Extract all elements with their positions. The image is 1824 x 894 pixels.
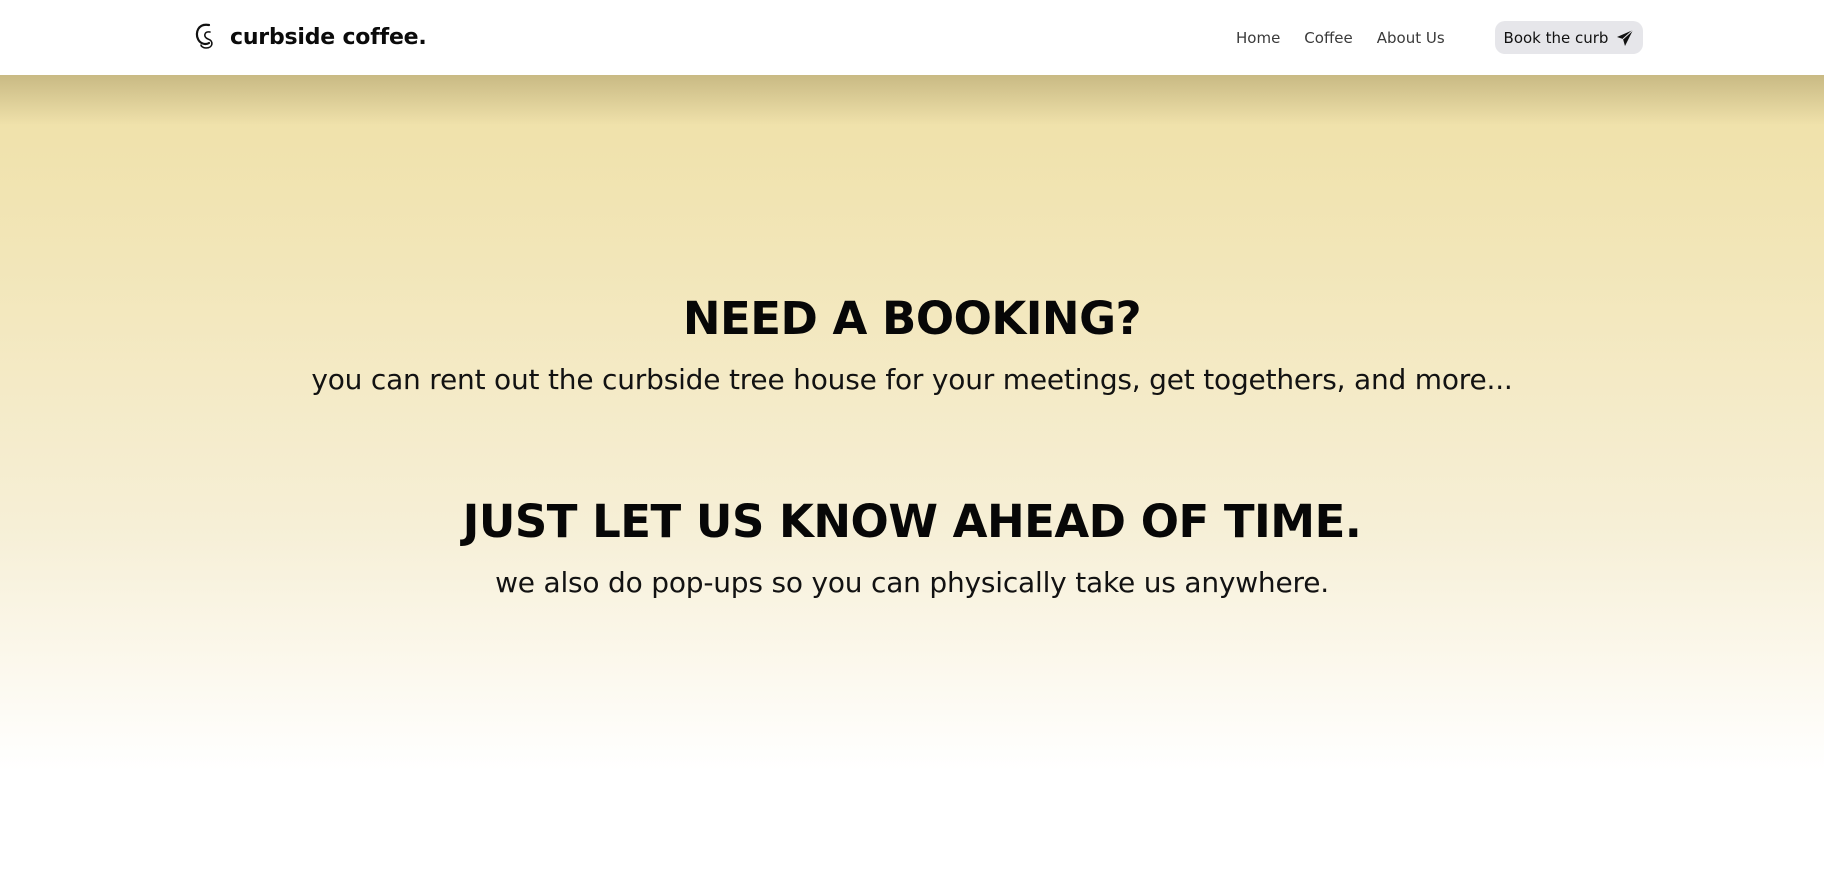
booking-hero: NEED A BOOKING? you can rent out the cur… bbox=[0, 75, 1824, 894]
book-the-curb-button[interactable]: Book the curb bbox=[1495, 21, 1643, 54]
top-navbar: curbside coffee. Home Coffee About Us Bo… bbox=[0, 0, 1824, 75]
booking-description: you can rent out the curbside tree house… bbox=[311, 363, 1513, 396]
brand-home-link[interactable]: curbside coffee. bbox=[190, 17, 427, 57]
navbar-shadow bbox=[0, 75, 1824, 125]
brand-name: curbside coffee. bbox=[230, 24, 427, 50]
nav-link-about-us[interactable]: About Us bbox=[1377, 26, 1445, 50]
advance-notice-heading: JUST LET US KNOW AHEAD OF TIME. bbox=[462, 495, 1362, 548]
nav-link-coffee[interactable]: Coffee bbox=[1304, 26, 1352, 50]
popups-description: we also do pop-ups so you can physically… bbox=[495, 566, 1329, 599]
cs-monogram-logo-icon bbox=[190, 17, 220, 57]
paper-plane-icon bbox=[1616, 29, 1634, 47]
nav-link-home[interactable]: Home bbox=[1236, 26, 1280, 50]
booking-heading: NEED A BOOKING? bbox=[682, 292, 1142, 345]
main-nav: Home Coffee About Us bbox=[1236, 26, 1469, 50]
book-the-curb-label: Book the curb bbox=[1503, 28, 1609, 47]
